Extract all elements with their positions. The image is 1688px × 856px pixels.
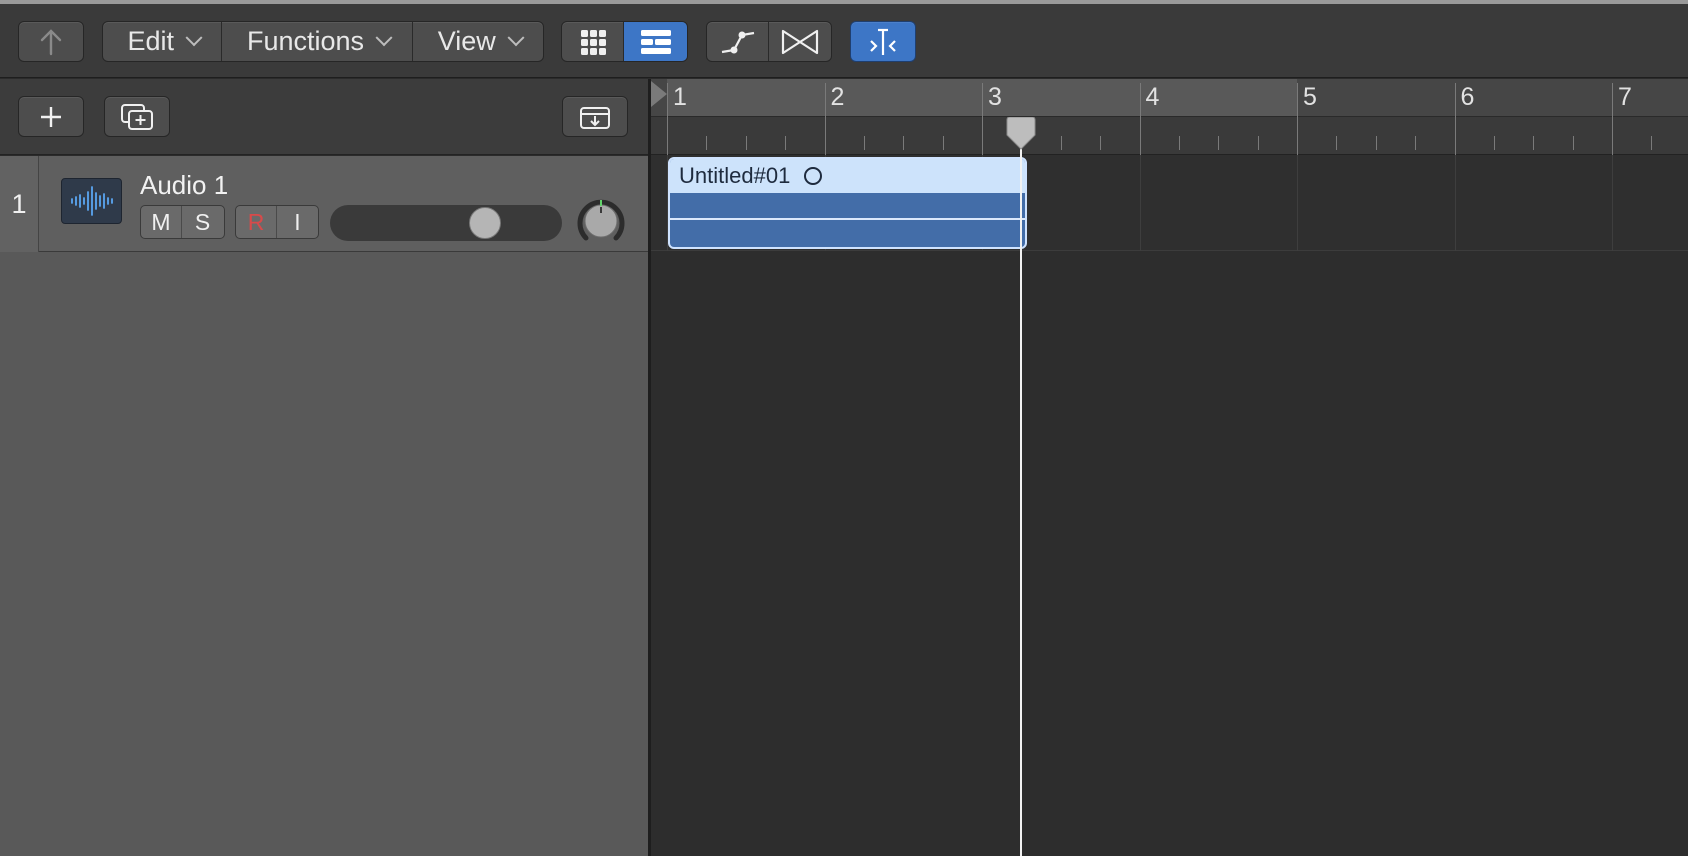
crossfade-button[interactable] — [769, 22, 831, 61]
automation-button[interactable] — [707, 22, 770, 61]
lane-grid-line — [1297, 155, 1298, 251]
tracks-view-button[interactable] — [624, 22, 687, 61]
view-menu-label: View — [437, 26, 496, 56]
menu-group: Edit Functions View — [102, 21, 544, 62]
back-button[interactable] — [18, 21, 84, 62]
chevron-down-icon — [507, 28, 525, 46]
volume-slider[interactable] — [330, 205, 562, 241]
view-menu[interactable]: View — [413, 22, 543, 61]
download-button[interactable] — [562, 96, 628, 137]
region-waveform — [670, 218, 1025, 220]
region-name: Untitled#01 — [679, 163, 791, 188]
plus-icon — [41, 106, 61, 127]
beat-tick — [785, 136, 787, 150]
bar-line — [824, 83, 826, 155]
grid-view-button[interactable] — [562, 22, 625, 61]
pan-knob-icon — [577, 199, 625, 241]
bar-number: 6 — [1460, 83, 1475, 111]
edit-menu[interactable]: Edit — [103, 22, 222, 61]
lane-grid-line — [1612, 155, 1613, 251]
automation-curve-icon — [721, 31, 754, 53]
duplicate-track-button[interactable] — [104, 96, 170, 137]
edit-menu-label: Edit — [127, 26, 175, 56]
beat-tick — [1651, 136, 1653, 150]
tracks-area[interactable]: 1 2 3 4 5 6 7 Untitled#01 — [651, 79, 1688, 856]
track-number: 1 — [0, 156, 39, 252]
playhead-handle-icon[interactable] — [1004, 117, 1038, 151]
bar-number: 3 — [988, 83, 1002, 111]
lane-grid-line — [1139, 155, 1141, 251]
beat-tick — [706, 136, 708, 150]
catch-playhead-button[interactable] — [850, 21, 916, 62]
bar-number: 4 — [1145, 83, 1160, 111]
audio-waveform-icon — [61, 178, 122, 224]
mute-button[interactable]: M — [141, 206, 182, 238]
beat-tick — [1493, 136, 1495, 150]
bar-number: 5 — [1303, 83, 1317, 111]
track-header-bar — [0, 79, 648, 155]
functions-menu[interactable]: Functions — [222, 22, 413, 61]
bar-line — [1297, 83, 1298, 155]
duplicate-track-icon — [121, 103, 153, 130]
bar-number: 7 — [1618, 83, 1632, 111]
beat-tick — [1572, 136, 1574, 150]
track-list: 1 Audio 1 M S R I — [0, 156, 648, 856]
record-enable-button[interactable]: R — [236, 206, 277, 238]
tracks-list-icon — [640, 29, 671, 54]
chevron-down-icon — [185, 28, 203, 46]
pan-knob[interactable] — [576, 196, 626, 246]
bar-number: 2 — [830, 83, 845, 111]
beat-tick — [1257, 136, 1259, 150]
track-name[interactable]: Audio 1 — [140, 170, 228, 201]
beat-tick — [903, 136, 905, 150]
toolbar: Edit Functions View — [0, 4, 1688, 78]
loop-indicator-icon — [804, 167, 823, 185]
beat-tick — [863, 136, 865, 150]
bar-line — [1454, 83, 1456, 155]
playhead-catch-icon — [870, 28, 896, 55]
solo-button[interactable]: S — [182, 206, 223, 238]
crossfade-icon — [781, 29, 819, 54]
beat-tick — [942, 136, 944, 150]
automation-group — [706, 21, 832, 62]
region-header: Untitled#01 — [670, 159, 1025, 193]
beat-tick — [1533, 136, 1535, 150]
bar-line — [1139, 83, 1141, 155]
record-input-group: R I — [235, 205, 319, 239]
input-monitor-button[interactable]: I — [277, 206, 318, 238]
chevron-down-icon — [375, 28, 393, 46]
view-mode-group — [561, 21, 688, 62]
bar-line — [1612, 83, 1613, 155]
bar-line — [667, 83, 668, 155]
arrow-up-back-icon — [40, 28, 62, 55]
beat-tick — [1060, 136, 1062, 150]
lane-grid-line — [1454, 155, 1456, 251]
add-track-button[interactable] — [18, 96, 84, 137]
beat-tick — [1336, 136, 1338, 150]
project-start-marker — [651, 81, 667, 107]
bar-number: 1 — [673, 83, 687, 111]
beat-tick — [745, 136, 747, 150]
grid-icon — [580, 29, 606, 55]
functions-menu-label: Functions — [247, 26, 365, 56]
audio-region[interactable]: Untitled#01 — [668, 157, 1027, 249]
playhead-line[interactable] — [1020, 123, 1023, 856]
beat-tick — [1415, 136, 1417, 150]
volume-slider-thumb[interactable] — [468, 207, 501, 239]
bar-ruler[interactable] — [651, 79, 1688, 116]
track-row[interactable]: 1 Audio 1 M S R I — [0, 156, 648, 252]
beat-tick — [1178, 136, 1180, 150]
beat-tick — [1100, 136, 1102, 150]
beat-tick — [1218, 136, 1220, 150]
beat-tick — [1375, 136, 1377, 150]
bar-line — [982, 83, 983, 155]
mute-solo-group: M S — [140, 205, 225, 239]
download-tray-icon — [580, 106, 610, 129]
